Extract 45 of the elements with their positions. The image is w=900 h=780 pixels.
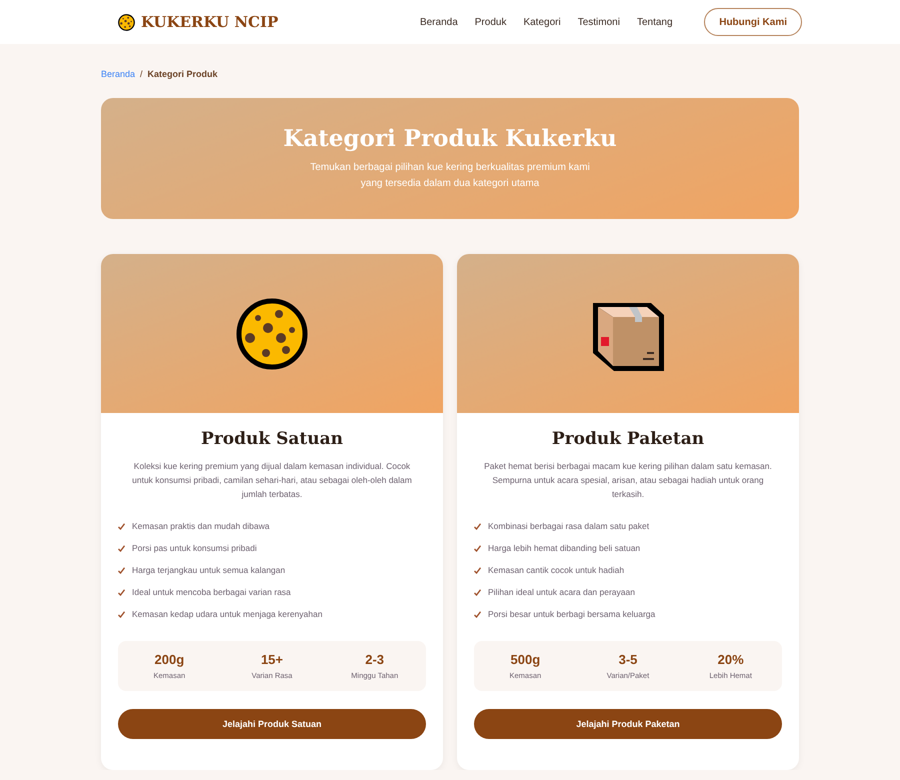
stat-value: 20%	[718, 652, 744, 667]
breadcrumb-separator: /	[140, 69, 143, 79]
check-icon	[474, 544, 481, 552]
check-icon	[474, 566, 481, 574]
check-icon	[474, 588, 481, 596]
nav-link[interactable]: Testimoni	[578, 16, 620, 28]
explore-button[interactable]: Jelajahi Produk Paketan	[474, 709, 782, 739]
nav-link[interactable]: Kategori	[523, 16, 561, 28]
nav-link[interactable]: Beranda	[420, 16, 458, 28]
check-icon	[118, 544, 125, 552]
card-description: Koleksi kue kering premium yang dijual dalam kemasan individual. Cocok untuk konsumsi pribadi, camilan sehari-hari, atau sebagai oleh-oleh dalam jumlah terbatas.	[131, 460, 413, 501]
breadcrumb-current: Kategori Produk	[148, 69, 218, 79]
feature-text: Harga terjangkau untuk semua kalangan	[132, 565, 286, 575]
check-icon	[118, 566, 125, 574]
logo-cookie-icon	[118, 14, 135, 30]
card-title: Produk Paketan	[550, 429, 706, 449]
contact-button[interactable]: Hubungi Kami	[704, 8, 802, 36]
check-icon	[118, 522, 125, 530]
explore-button[interactable]: Jelajahi Produk Satuan	[118, 709, 426, 739]
hero-subtitle: Temukan berbagai pilihan kue kering berkualitas premium kami yang tersedia dalam dua kategori utama	[309, 161, 591, 191]
card-title: Produk Satuan	[200, 429, 344, 449]
feature-text: Harga lebih hemat dibanding beli satuan	[488, 543, 640, 553]
check-icon	[474, 610, 481, 618]
feature-text: Kemasan praktis dan mudah dibawa	[132, 521, 270, 531]
check-icon	[474, 522, 481, 530]
nav-link[interactable]: Produk	[474, 16, 506, 28]
feature-text: Kemasan cantik cocok untuk hadiah	[488, 565, 624, 575]
feature-text: Porsi besar untuk berbagi bersama keluarga	[488, 609, 656, 619]
feature-text: Porsi pas untuk konsumsi pribadi	[132, 543, 257, 553]
feature-text: Kombinasi berbagai rasa dalam satu paket	[488, 521, 650, 531]
stat-value: 500g	[510, 652, 540, 667]
check-icon	[118, 588, 125, 596]
check-icon	[118, 610, 125, 618]
feature-text: Pilihan ideal untuk acara dan perayaan	[488, 587, 635, 597]
nav-link[interactable]: Tentang	[636, 16, 673, 28]
stat-value: 200g	[154, 652, 184, 667]
stat-value: 3-5	[618, 652, 638, 667]
stat-value: 2-3	[365, 652, 384, 667]
card-description: Paket hemat berisi berbagai macam kue kering pilihan dalam satu kemasan. Sempurna untuk acara spesial, arisan, atau sebagai hadiah untuk orang terkasih.	[483, 460, 773, 501]
hero-title: Kategori Produk Kukerku	[283, 125, 617, 152]
stat-value: 15+	[260, 652, 284, 667]
cookie-icon	[236, 298, 308, 370]
feature-text: Kemasan kedap udara untuk menjaga kerenyahan	[132, 609, 322, 619]
feature-text: Ideal untuk mencoba berbagai varian rasa	[132, 587, 291, 597]
brand-logo[interactable]: KUKERKU NCIP	[141, 13, 278, 31]
